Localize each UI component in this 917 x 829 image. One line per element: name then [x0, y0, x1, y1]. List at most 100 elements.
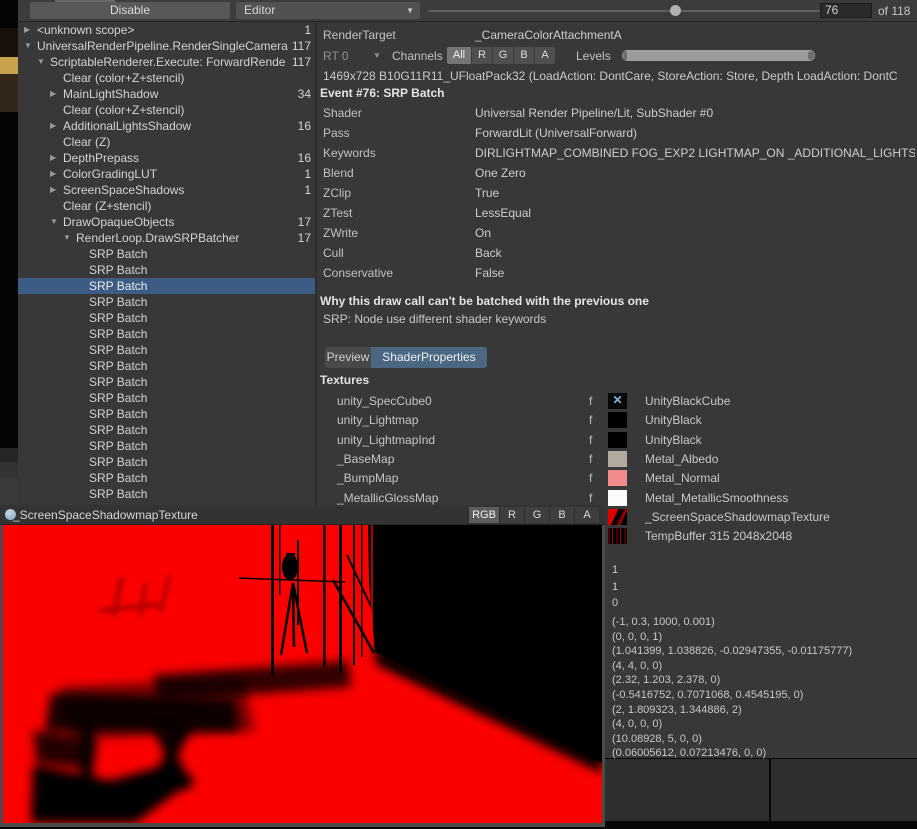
expand-arrow-icon[interactable]: ▶ [24, 22, 30, 38]
levels-slider[interactable] [622, 50, 815, 61]
texture-swatch-icon[interactable] [608, 509, 627, 525]
vector-value: (4, 0, 0, 0) [612, 717, 852, 732]
buffer-info-text: 1469x728 B10G11R11_UFloatPack32 (LoadAct… [323, 69, 915, 83]
tree-row[interactable]: SRP Batch [18, 422, 315, 438]
tab-shader-properties[interactable]: ShaderProperties [371, 347, 487, 368]
tree-row[interactable]: ▼UniversalRenderPipeline.RenderSingleCam… [18, 38, 315, 54]
tree-row[interactable]: SRP Batch [18, 262, 315, 278]
expand-arrow-icon[interactable]: ▶ [50, 118, 56, 134]
texture-swatch-icon[interactable] [608, 470, 627, 486]
texture-name: unity_LightmapInd [337, 431, 435, 450]
channel-g-button[interactable]: G [492, 47, 513, 64]
rt-index-dropdown[interactable]: RT 0 [323, 49, 349, 63]
tree-row[interactable]: ▼RenderLoop.DrawSRPBatcher17 [18, 230, 315, 246]
channel-all-button[interactable]: All [447, 47, 471, 64]
tree-row[interactable]: ▶<unknown scope>1 [18, 22, 315, 38]
property-label: Shader [323, 103, 362, 123]
target-selector-dropdown[interactable]: Editor ▼ [236, 2, 420, 19]
tree-row[interactable]: ▼ScriptableRenderer.Execute: ForwardRend… [18, 54, 315, 70]
tree-row[interactable]: SRP Batch [18, 310, 315, 326]
texture-preview-window[interactable]: _ScreenSpaceShadowmapTexture RGBRGBA [0, 505, 605, 827]
preview-channel-g-button[interactable]: G [524, 507, 549, 523]
tree-row[interactable]: SRP Batch [18, 486, 315, 502]
tree-row[interactable]: SRP Batch [18, 406, 315, 422]
preview-channel-a-button[interactable]: A [574, 507, 599, 523]
property-label: ZClip [323, 183, 351, 203]
expand-arrow-icon[interactable]: ▶ [50, 166, 56, 182]
tree-row[interactable]: Clear (color+Z+stencil) [18, 70, 315, 86]
frame-number-input[interactable]: 76 [820, 3, 872, 18]
shader-property-row: KeywordsDIRLIGHTMAP_COMBINED FOG_EXP2 LI… [317, 143, 917, 163]
property-label: Conservative [323, 263, 393, 283]
vector-value: (-1, 0.3, 1000, 0.001) [612, 615, 852, 630]
tree-row-label: SRP Batch [89, 262, 147, 278]
expand-arrow-icon[interactable]: ▶ [50, 182, 56, 198]
channels-label: Channels [392, 49, 443, 63]
tree-row[interactable]: SRP Batch [18, 294, 315, 310]
vector-value: (4, 4, 0, 0) [612, 659, 852, 674]
tree-row[interactable]: Clear (Z) [18, 134, 315, 150]
tree-row[interactable]: ▶AdditionalLightsShadow16 [18, 118, 315, 134]
tree-row-label: SRP Batch [89, 422, 147, 438]
channel-r-button[interactable]: R [471, 47, 492, 64]
expand-arrow-icon[interactable]: ▶ [50, 150, 56, 166]
tree-row[interactable]: ▶MainLightShadow34 [18, 86, 315, 102]
tree-row-label: ScreenSpaceShadows [63, 182, 184, 198]
tree-row[interactable]: ▶ColorGradingLUT1 [18, 166, 315, 182]
tree-row[interactable]: SRP Batch [18, 470, 315, 486]
background-panel-fragment [0, 462, 18, 478]
tree-row[interactable]: Clear (color+Z+stencil) [18, 102, 315, 118]
background-panel [771, 759, 917, 821]
property-value: True [475, 183, 915, 203]
texture-swatch-icon[interactable] [608, 528, 627, 544]
frame-slider-thumb[interactable] [670, 5, 681, 16]
preview-channel-rgb-button[interactable]: RGB [468, 507, 499, 523]
tree-row[interactable]: SRP Batch [18, 374, 315, 390]
texture-name: unity_Lightmap [337, 411, 418, 430]
channel-b-button[interactable]: B [513, 47, 534, 64]
tab-preview[interactable]: Preview [325, 347, 371, 368]
expand-arrow-icon[interactable]: ▶ [50, 86, 56, 102]
vector-value: (1.041399, 1.038826, -0.02947355, -0.011… [612, 644, 852, 659]
tree-row[interactable]: SRP Batch [18, 390, 315, 406]
collapse-arrow-icon[interactable]: ▼ [50, 214, 58, 230]
texture-swatch-icon[interactable] [608, 412, 627, 428]
vector-value: (-0.5416752, 0.7071068, 0.4545195, 0) [612, 688, 852, 703]
tree-row[interactable]: ▶DepthPrepass16 [18, 150, 315, 166]
cubemap-swatch-icon[interactable]: ✕ [608, 393, 627, 409]
tree-row-label: ColorGradingLUT [63, 166, 157, 182]
texture-swatch-icon[interactable] [608, 432, 627, 448]
levels-slider-min-handle[interactable] [623, 51, 627, 60]
tree-row-label: RenderLoop.DrawSRPBatcher [76, 230, 239, 246]
tree-row[interactable]: ▼DrawOpaqueObjects17 [18, 214, 315, 230]
tree-row[interactable]: Clear (Z+stencil) [18, 198, 315, 214]
tree-row-count: 34 [298, 86, 311, 102]
tree-row[interactable]: SRP Batch [18, 358, 315, 374]
disable-button[interactable]: Disable [30, 2, 230, 19]
tree-row[interactable]: SRP Batch [18, 342, 315, 358]
tree-row[interactable]: SRP Batch [18, 326, 315, 342]
editor-dropdown-label: Editor [244, 3, 275, 17]
texture-swatch-icon[interactable] [608, 490, 627, 506]
tree-row[interactable]: SRP Batch [18, 246, 315, 262]
tree-row[interactable]: SRP Batch [18, 438, 315, 454]
shadowmap-render [3, 525, 602, 823]
collapse-arrow-icon[interactable]: ▼ [63, 230, 71, 246]
frame-slider-track[interactable] [428, 10, 854, 12]
preview-channel-r-button[interactable]: R [499, 507, 524, 523]
tree-row[interactable]: ▶ ScreenSpaceShadows 1 [18, 182, 315, 198]
tree-row[interactable]: SRP Batch [18, 454, 315, 470]
vector-value: (2.32, 1.203, 2.378, 0) [612, 673, 852, 688]
texture-value: TempBuffer 315 2048x2048 [645, 527, 792, 546]
tree-row[interactable]: SRP Batch [18, 278, 315, 294]
texture-swatch-icon[interactable] [608, 451, 627, 467]
levels-slider-max-handle[interactable] [808, 51, 814, 60]
collapse-arrow-icon[interactable]: ▼ [24, 38, 32, 54]
texture-name: _BumpMap [337, 469, 398, 488]
collapse-arrow-icon[interactable]: ▼ [37, 54, 45, 70]
channel-a-button[interactable]: A [534, 47, 555, 64]
float-value: 0 [612, 595, 618, 612]
preview-titlebar[interactable]: _ScreenSpaceShadowmapTexture RGBRGBA [0, 505, 605, 525]
preview-channel-b-button[interactable]: B [549, 507, 574, 523]
tree-row-count: 1 [304, 182, 311, 198]
